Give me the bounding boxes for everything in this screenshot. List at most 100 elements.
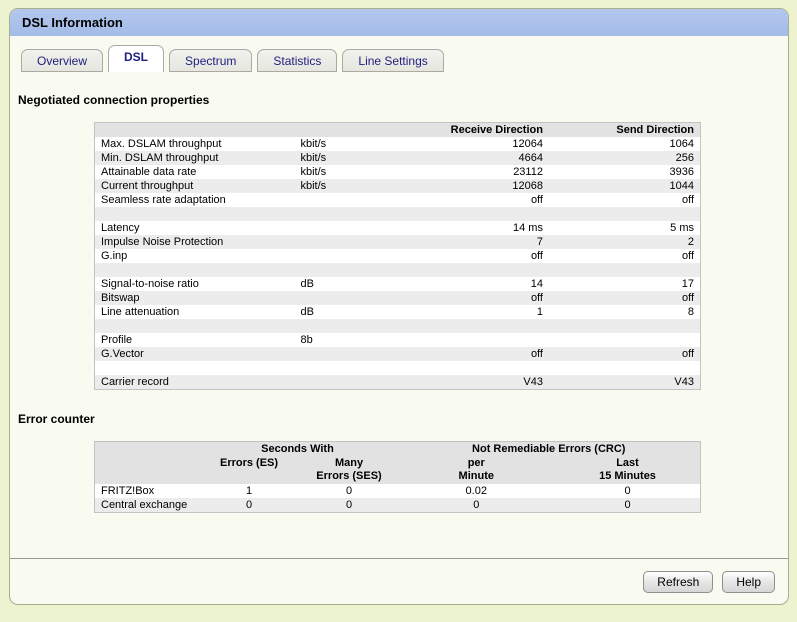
connection-table-row: Impulse Noise Protection 7 2 <box>94 235 701 249</box>
connection-table-row: Attainable data rate kbit/s 23112 3936 <box>94 165 701 179</box>
property-unit <box>294 319 379 333</box>
property-label: Attainable data rate <box>101 166 197 178</box>
connection-table-row <box>94 361 701 375</box>
property-unit <box>294 263 379 277</box>
send-value: 1064 <box>669 138 694 150</box>
connection-table-row: Seamless rate adaptation off off <box>94 193 701 207</box>
column-header-many-errors-ses: Many Errors (SES) <box>316 457 382 482</box>
property-unit <box>294 221 379 235</box>
empty-header-cell <box>95 442 198 457</box>
tab-dsl[interactable]: DSL <box>108 45 165 72</box>
panel-titlebar: DSL Information <box>10 9 788 36</box>
receive-value <box>379 263 549 277</box>
property-label: Carrier record <box>101 376 169 388</box>
receive-value: 12068 <box>512 180 543 192</box>
connection-table-row: Current throughput kbit/s 12068 1044 <box>94 179 701 193</box>
property-label <box>95 361 295 375</box>
empty-header-cell <box>95 456 198 484</box>
property-unit <box>294 235 379 249</box>
tab-statistics[interactable]: Statistics <box>257 49 338 72</box>
connection-table-row <box>94 319 701 333</box>
crc-last-15-minutes-value: 0 <box>624 485 631 497</box>
button-footer: Refresh Help <box>10 558 788 604</box>
property-label: Line attenuation <box>101 306 180 318</box>
property-unit: kbit/s <box>300 152 327 164</box>
receive-value: off <box>530 348 543 360</box>
send-value: off <box>681 292 694 304</box>
connection-table-row: Carrier record V43 V43 <box>94 375 701 390</box>
connection-table-row: Profile 8b <box>94 333 701 347</box>
receive-value <box>379 361 549 375</box>
receive-value: V43 <box>523 376 543 388</box>
send-value <box>549 361 701 375</box>
property-unit <box>294 347 379 361</box>
crc-per-minute-value: 0 <box>473 499 480 511</box>
property-label <box>95 263 295 277</box>
receive-value: off <box>530 292 543 304</box>
send-value: off <box>681 250 694 262</box>
receive-value: 23112 <box>513 166 543 178</box>
column-header-per-minute: per Minute <box>458 457 494 482</box>
receive-value: 7 <box>536 236 543 248</box>
property-label: Latency <box>101 222 140 234</box>
empty-header-cell <box>95 123 295 138</box>
tab-bar: Overview DSL Spectrum Statistics Line Se… <box>10 36 788 72</box>
send-value: 3936 <box>669 166 694 178</box>
send-value: V43 <box>674 376 694 388</box>
property-label <box>95 207 295 221</box>
error-table-row: FRITZ!Box 1 0 0.02 0 <box>94 484 701 498</box>
tab-content-dsl: Negotiated connection properties Receive… <box>10 72 788 558</box>
tab-overview[interactable]: Overview <box>21 49 104 72</box>
tab-line-settings[interactable]: Line Settings <box>342 49 444 72</box>
error-counter-table: Seconds With Not Remediable Errors (CRC)… <box>94 441 701 513</box>
property-label: Signal-to-noise ratio <box>101 278 199 290</box>
crc-per-minute-value: 0.02 <box>465 485 487 497</box>
column-header-send-direction: Send Direction <box>616 124 694 136</box>
property-label: G.inp <box>101 250 128 262</box>
errors-es-value: 0 <box>245 499 253 511</box>
send-value <box>549 263 701 277</box>
property-unit <box>294 361 379 375</box>
property-unit <box>294 207 379 221</box>
connection-table-row <box>94 263 701 277</box>
receive-value: off <box>530 194 543 206</box>
send-value: 5 ms <box>670 222 694 234</box>
help-button[interactable]: Help <box>722 570 775 593</box>
send-value: 2 <box>687 236 694 248</box>
errors-es-value: 1 <box>245 485 253 497</box>
property-unit <box>294 249 379 263</box>
receive-value: off <box>530 250 543 262</box>
connection-table-row: G.Vector off off <box>94 347 701 361</box>
connection-table-row: Min. DSLAM throughput kbit/s 4664 256 <box>94 151 701 165</box>
connection-section-heading: Negotiated connection properties <box>18 93 210 107</box>
connection-table-row: G.inp off off <box>94 249 701 263</box>
send-value: off <box>681 194 694 206</box>
connection-table-header-row: Receive Direction Send Direction <box>94 122 701 138</box>
property-unit <box>294 193 379 207</box>
column-header-last-15-minutes: Last 15 Minutes <box>599 457 656 482</box>
refresh-button[interactable]: Refresh <box>643 570 714 593</box>
error-counter-section-heading: Error counter <box>18 412 95 426</box>
send-value <box>549 333 701 347</box>
tab-spectrum[interactable]: Spectrum <box>169 49 253 72</box>
group-header-seconds-with: Seconds With <box>261 443 334 455</box>
property-label: Min. DSLAM throughput <box>101 152 219 164</box>
connection-properties-table: Receive Direction Send Direction Max. DS… <box>94 122 701 390</box>
send-value: 17 <box>681 278 694 290</box>
property-label: G.Vector <box>101 348 144 360</box>
error-table-group-header-row: Seconds With Not Remediable Errors (CRC) <box>94 441 701 457</box>
column-header-receive-direction: Receive Direction <box>450 124 543 136</box>
connection-table-row: Bitswap off off <box>94 291 701 305</box>
property-unit: kbit/s <box>300 138 327 150</box>
property-unit <box>294 375 379 390</box>
connection-table-row: Line attenuation dB 1 8 <box>94 305 701 319</box>
send-value: 8 <box>687 306 694 318</box>
error-table-row: Central exchange 0 0 0 0 <box>94 498 701 513</box>
receive-value: 14 ms <box>513 222 543 234</box>
property-label: Seamless rate adaptation <box>101 194 226 206</box>
send-value <box>549 207 701 221</box>
receive-value <box>379 319 549 333</box>
page-title: DSL Information <box>22 15 123 30</box>
errors-ses-value: 0 <box>345 485 353 497</box>
connection-table-row <box>94 207 701 221</box>
